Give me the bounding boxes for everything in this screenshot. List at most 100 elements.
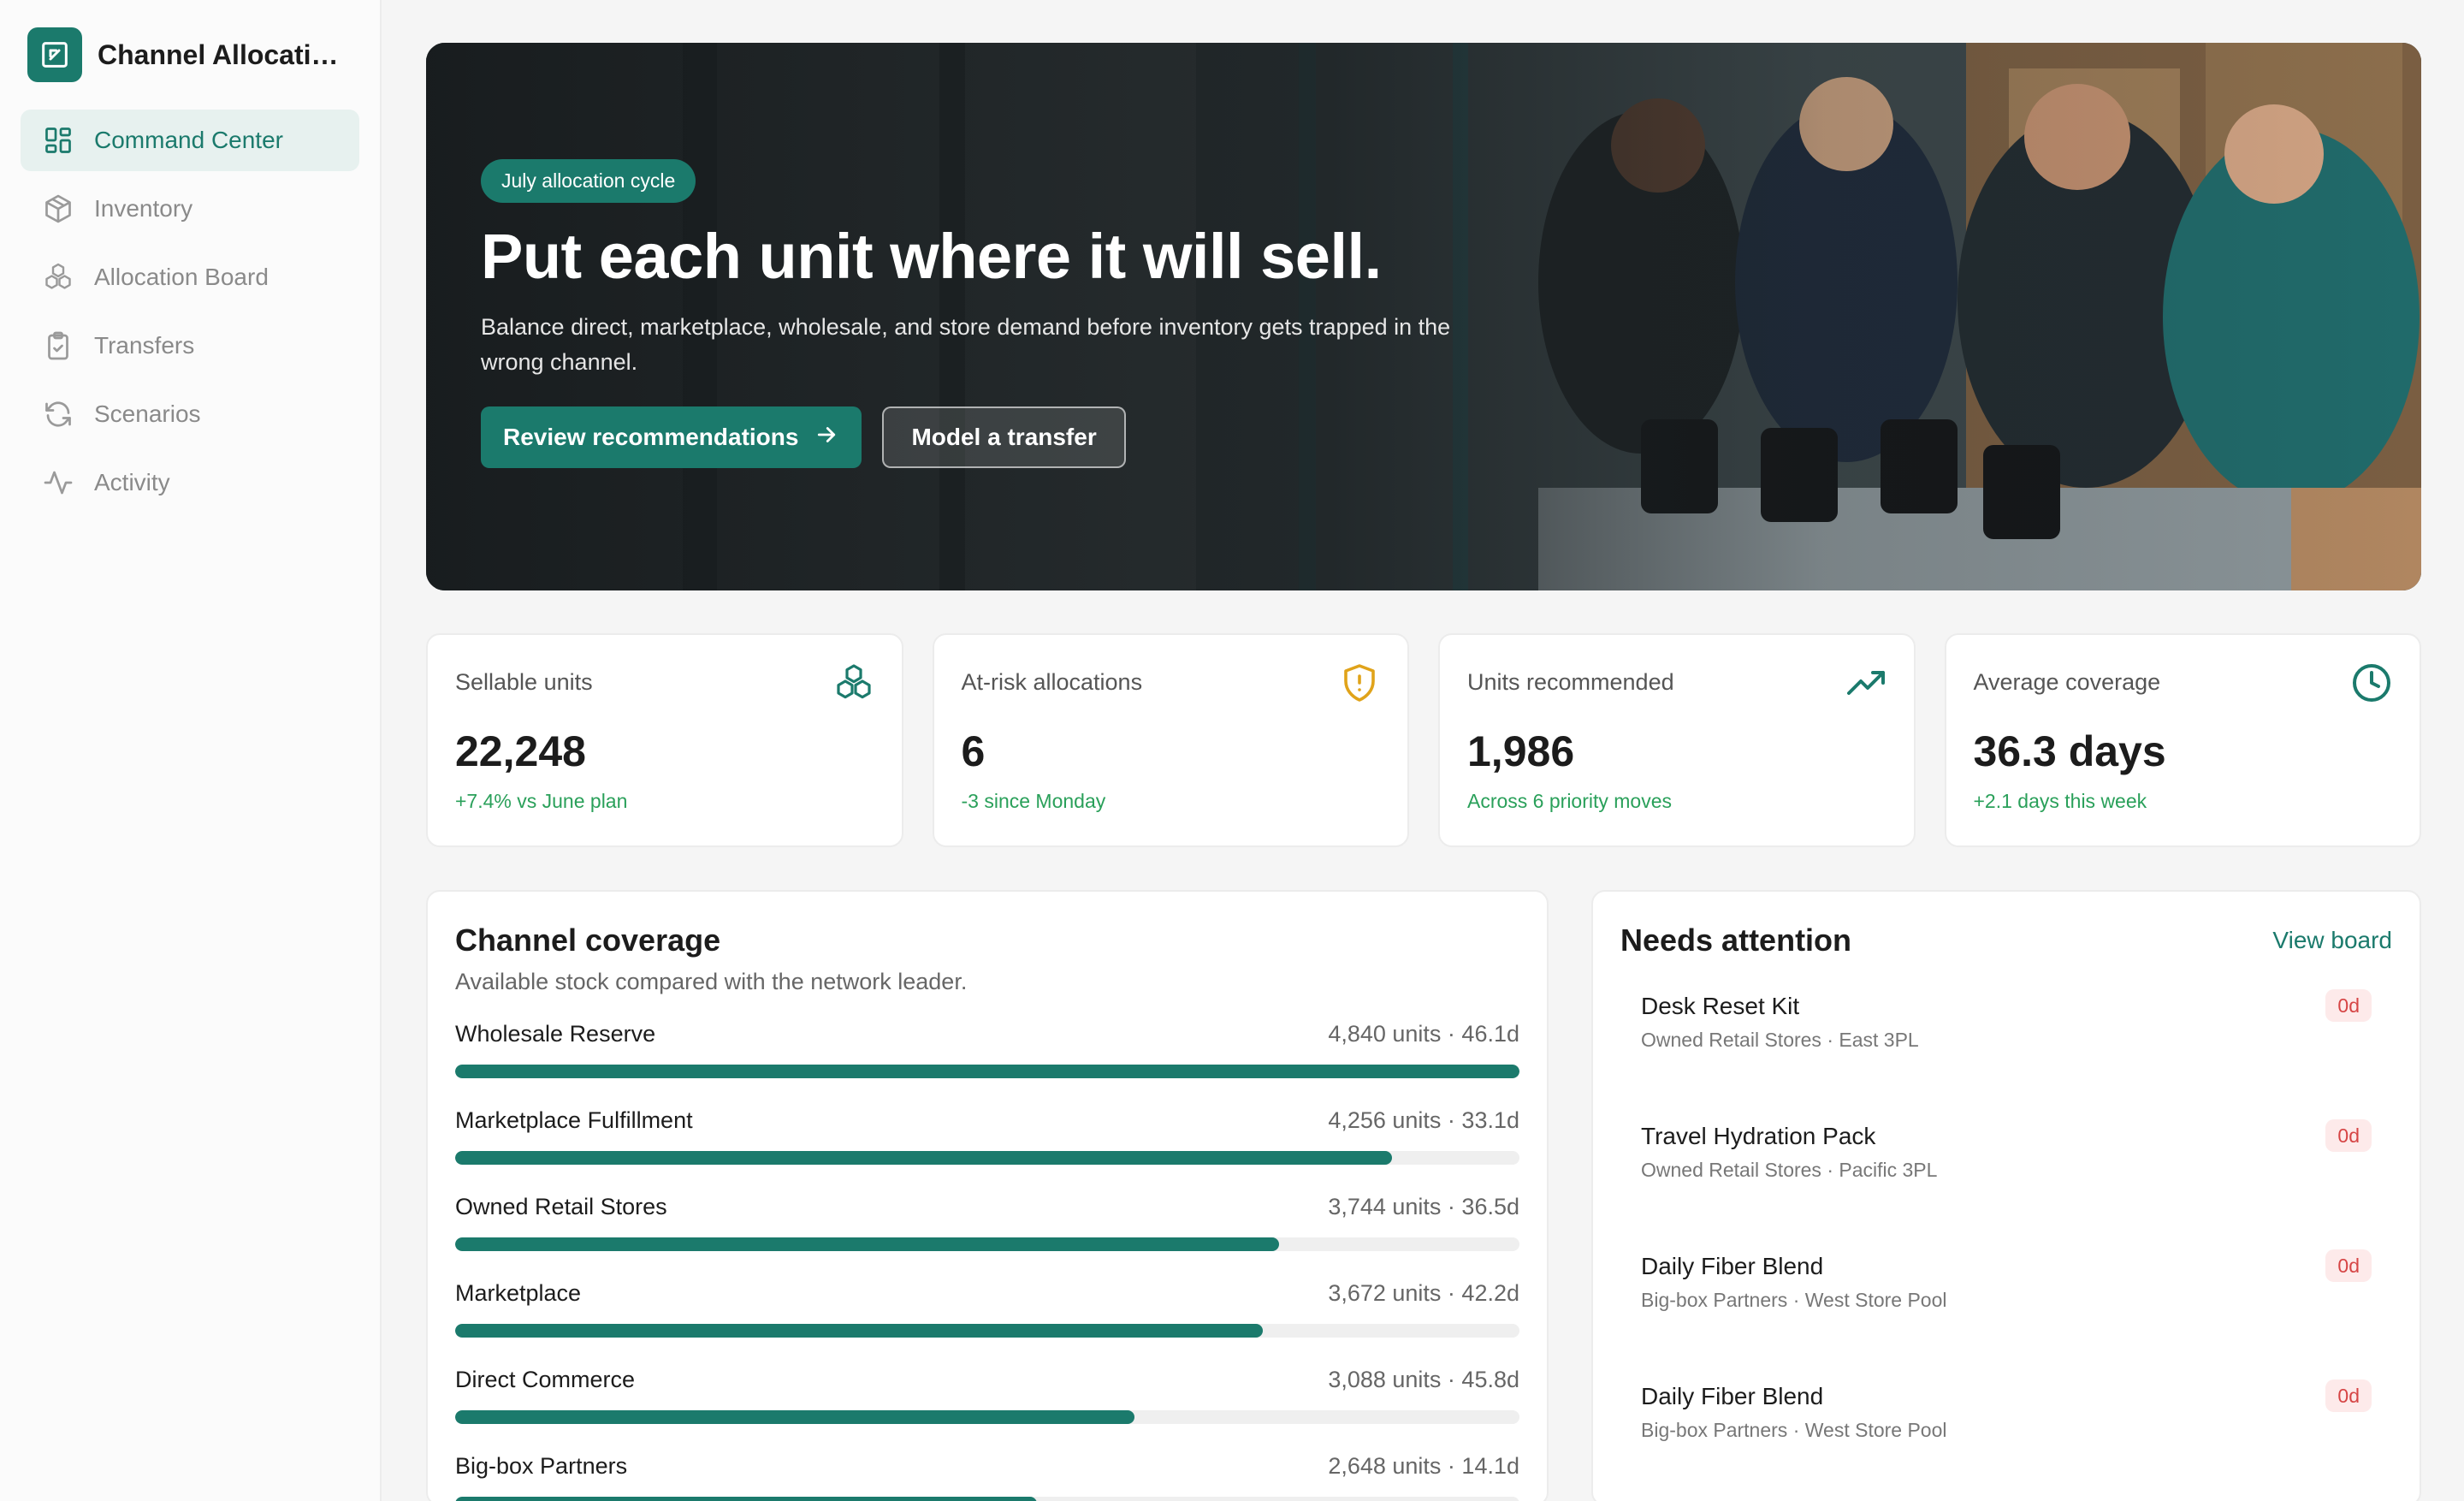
attention-item-subtitle: Big-box Partners · West Store Pool xyxy=(1641,1419,1947,1441)
coverage-bar-fill xyxy=(455,1324,1264,1338)
channel-name: Wholesale Reserve xyxy=(455,1021,656,1047)
attention-item[interactable]: Daily Fiber Blend Big-box Partners · Wes… xyxy=(1620,1379,2392,1501)
view-board-link[interactable]: View board xyxy=(2272,927,2392,954)
channel-coverage-subtitle: Available stock compared with the networ… xyxy=(455,969,968,994)
channel-stock-meta: 3,088 units · 45.8d xyxy=(1328,1367,1519,1392)
coverage-bar-track xyxy=(455,1497,1519,1501)
sidebar-item-label: Inventory xyxy=(94,195,193,222)
attention-list: Desk Reset Kit Owned Retail Stores · Eas… xyxy=(1620,989,2392,1501)
attention-item-text: Daily Fiber Blend Big-box Partners · Wes… xyxy=(1641,1249,1947,1379)
channel-name: Big-box Partners xyxy=(455,1453,628,1479)
app-logo-icon xyxy=(27,27,82,82)
stat-value: 22,248 xyxy=(455,727,586,775)
coverage-days-badge: 0d xyxy=(2325,989,2372,1022)
coverage-list: Wholesale Reserve 4,840 units · 46.1d Ma… xyxy=(455,1021,1519,1501)
sidebar-item-label: Scenarios xyxy=(94,400,201,427)
stat-delta: -3 since Monday xyxy=(961,790,1106,812)
app-root: Channel Allocation Studio Command Center… xyxy=(0,0,2464,1501)
coverage-bar-fill xyxy=(455,1497,1038,1501)
hero-subtitle: Balance direct, marketplace, wholesale, … xyxy=(481,314,1451,375)
coverage-bar-track xyxy=(455,1324,1519,1338)
attention-item[interactable]: Daily Fiber Blend Big-box Partners · Wes… xyxy=(1620,1249,2392,1379)
needs-attention-title: Needs attention xyxy=(1620,923,1852,958)
review-recommendations-button[interactable]: Review recommendations xyxy=(481,406,862,469)
coverage-row-header: Wholesale Reserve 4,840 units · 46.1d xyxy=(455,1021,1519,1047)
stat-label: Units recommended xyxy=(1467,669,1674,695)
channel-coverage-title: Channel coverage xyxy=(455,923,721,958)
coverage-bar-track xyxy=(455,1237,1519,1251)
coverage-row: Owned Retail Stores 3,744 units · 36.5d xyxy=(455,1194,1519,1251)
clock-icon xyxy=(2351,662,2392,703)
coverage-row: Marketplace 3,672 units · 42.2d xyxy=(455,1280,1519,1338)
attention-item-title: Desk Reset Kit xyxy=(1641,993,1800,1019)
shield-alert-icon xyxy=(1339,662,1380,703)
coverage-bar-track xyxy=(455,1410,1519,1424)
sidebar: Channel Allocation Studio Command Center… xyxy=(0,0,382,1501)
hero-content: July allocation cycle Put each unit wher… xyxy=(481,159,1507,469)
boxes-icon xyxy=(41,260,75,294)
stat-delta: Across 6 priority moves xyxy=(1467,790,1673,812)
channel-name: Direct Commerce xyxy=(455,1367,636,1392)
channel-name: Marketplace xyxy=(455,1280,582,1306)
channel-name: Marketplace Fulfillment xyxy=(455,1107,693,1133)
stat-card-at-risk-allocations: At-risk allocations 6 -3 since Monday xyxy=(932,633,1409,847)
sidebar-item-allocation-board[interactable]: Allocation Board xyxy=(21,246,359,308)
stat-label: Average coverage xyxy=(1973,669,2161,695)
attention-item-text: Desk Reset Kit Owned Retail Stores · Eas… xyxy=(1641,989,1919,1119)
coverage-row: Big-box Partners 2,648 units · 14.1d xyxy=(455,1453,1519,1501)
boxes-icon xyxy=(833,662,874,703)
package-icon xyxy=(41,192,75,226)
coverage-bar-track xyxy=(455,1151,1519,1165)
stat-value: 1,986 xyxy=(1467,727,1575,775)
coverage-row-header: Marketplace 3,672 units · 42.2d xyxy=(455,1280,1519,1307)
main-content: July allocation cycle Put each unit wher… xyxy=(382,0,2464,1501)
coverage-days-badge: 0d xyxy=(2325,1119,2372,1152)
channel-stock-meta: 3,744 units · 36.5d xyxy=(1328,1194,1519,1219)
sidebar-item-label: Activity xyxy=(94,469,170,495)
attention-item-subtitle: Owned Retail Stores · Pacific 3PL xyxy=(1641,1159,1938,1181)
trending-up-icon xyxy=(1845,662,1886,703)
stat-card-average-coverage: Average coverage 36.3 days +2.1 days thi… xyxy=(1944,633,2421,847)
arrow-right-icon xyxy=(814,422,839,454)
channel-coverage-card: Channel coverage Available stock compare… xyxy=(426,890,1549,1501)
attention-item-subtitle: Big-box Partners · West Store Pool xyxy=(1641,1289,1947,1311)
attention-item-title: Daily Fiber Blend xyxy=(1641,1253,1824,1279)
channel-name: Owned Retail Stores xyxy=(455,1194,667,1219)
attention-item-text: Travel Hydration Pack Owned Retail Store… xyxy=(1641,1119,1937,1249)
attention-item[interactable]: Desk Reset Kit Owned Retail Stores · Eas… xyxy=(1620,989,2392,1119)
coverage-bar-fill xyxy=(455,1065,1519,1078)
clipboard-icon xyxy=(41,329,75,363)
sidebar-nav: Command Center Inventory Allocation Boar… xyxy=(21,110,359,513)
stat-value: 36.3 days xyxy=(1973,727,2166,775)
channel-stock-meta: 2,648 units · 14.1d xyxy=(1328,1453,1519,1479)
brand[interactable]: Channel Allocation Studio xyxy=(21,26,359,84)
cycle-badge: July allocation cycle xyxy=(481,159,696,203)
attention-item-title: Daily Fiber Blend xyxy=(1641,1383,1824,1409)
stat-card-units-recommended: Units recommended 1,986 Across 6 priorit… xyxy=(1438,633,1916,847)
attention-item[interactable]: Travel Hydration Pack Owned Retail Store… xyxy=(1620,1119,2392,1249)
sidebar-item-scenarios[interactable]: Scenarios xyxy=(21,383,359,445)
sidebar-item-transfers[interactable]: Transfers xyxy=(21,315,359,377)
stat-delta: +7.4% vs June plan xyxy=(455,790,628,812)
channel-stock-meta: 3,672 units · 42.2d xyxy=(1328,1280,1519,1306)
model-transfer-button[interactable]: Model a transfer xyxy=(882,406,1126,469)
needs-attention-card: Needs attention View board Desk Reset Ki… xyxy=(1591,890,2421,1501)
coverage-bar-track xyxy=(455,1065,1519,1078)
coverage-row-header: Direct Commerce 3,088 units · 45.8d xyxy=(455,1367,1519,1393)
hero-banner: July allocation cycle Put each unit wher… xyxy=(426,43,2421,590)
coverage-bar-fill xyxy=(455,1410,1134,1424)
coverage-days-badge: 0d xyxy=(2325,1379,2372,1412)
attention-item-title: Travel Hydration Pack xyxy=(1641,1123,1876,1149)
sidebar-item-activity[interactable]: Activity xyxy=(21,452,359,513)
hero-actions: Review recommendations Model a transfer xyxy=(481,406,1507,469)
refresh-icon xyxy=(41,397,75,431)
sidebar-item-inventory[interactable]: Inventory xyxy=(21,178,359,240)
sidebar-item-label: Allocation Board xyxy=(94,264,269,290)
channel-stock-meta: 4,840 units · 46.1d xyxy=(1328,1021,1519,1047)
app-title: Channel Allocation Studio xyxy=(98,39,352,70)
coverage-row: Direct Commerce 3,088 units · 45.8d xyxy=(455,1367,1519,1424)
sidebar-item-command-center[interactable]: Command Center xyxy=(21,110,359,171)
coverage-bar-fill xyxy=(455,1237,1279,1251)
coverage-row-header: Owned Retail Stores 3,744 units · 36.5d xyxy=(455,1194,1519,1220)
attention-item-text: Daily Fiber Blend Big-box Partners · Wes… xyxy=(1641,1379,1947,1501)
